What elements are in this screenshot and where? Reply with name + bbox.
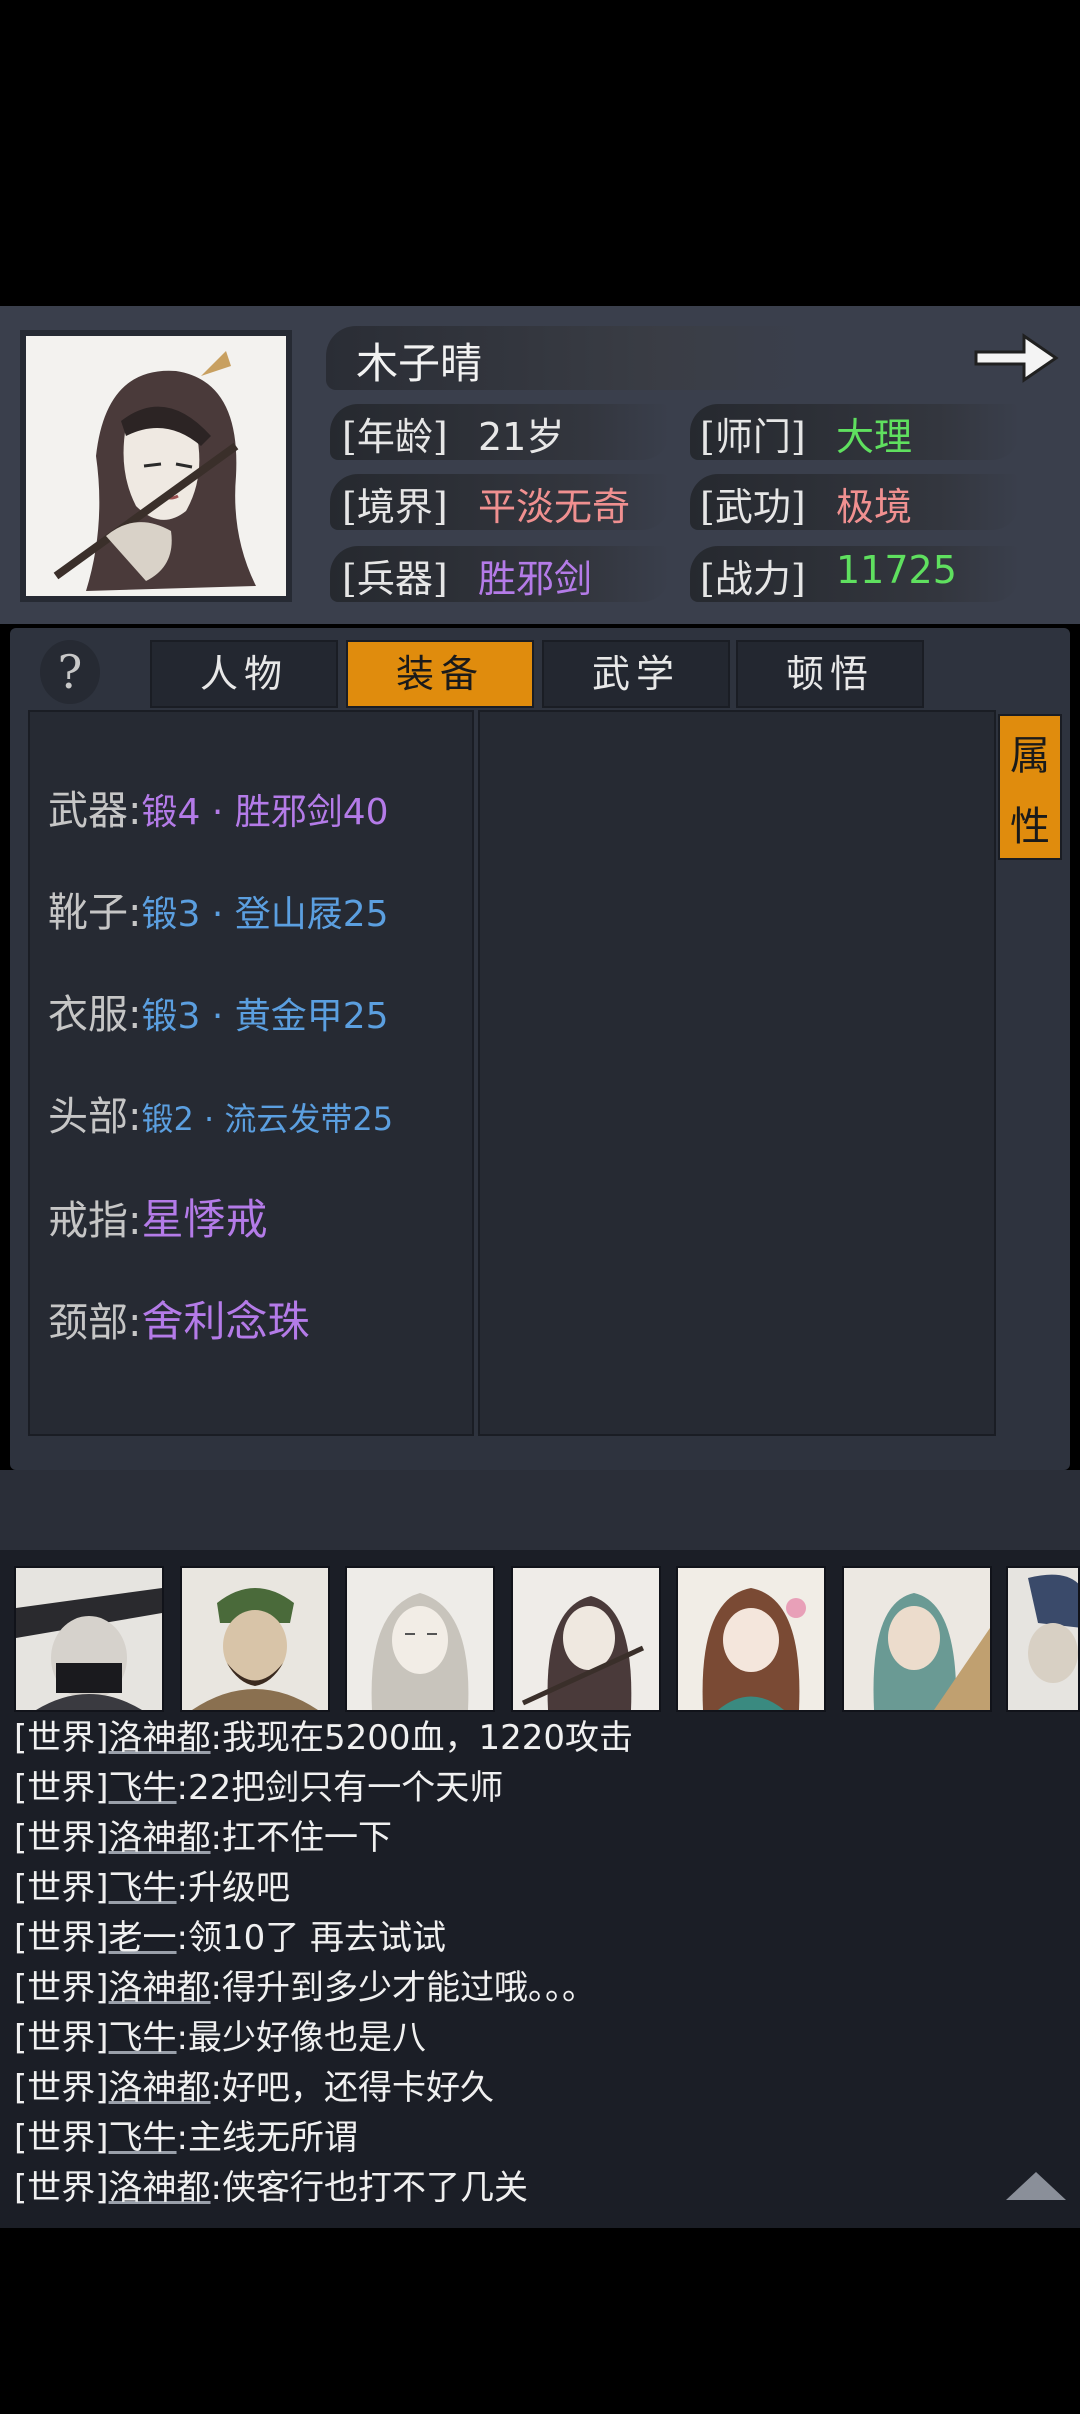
sect-value: 大理 [836,415,913,459]
chat-channel: [世界] [14,2118,109,2158]
chat-line: [世界]飞牛:升级吧 [14,1866,290,1910]
attributes-tab-char: 性 [1010,803,1050,850]
equip-slot-value: 星悸戒 [141,1195,268,1244]
chat-user[interactable]: 老一 [109,1918,177,1958]
equip-slot-label: 衣服: [48,992,142,1038]
chat-channel: [世界] [14,1868,109,1908]
character-name: 木子晴 [356,339,483,388]
age-value: 21岁 [478,415,565,459]
chat-user[interactable]: 洛神都 [109,1968,211,2008]
chat-line: [世界]洛神都:扛不住一下 [14,1816,392,1860]
chat-message: :22把剑只有一个天师 [176,1768,504,1808]
swordswoman-portrait[interactable] [511,1566,661,1712]
chat-line: [世界]飞牛:22把剑只有一个天师 [14,1766,503,1810]
tab-equipment[interactable]: 装备 [346,640,534,708]
teal-haired-warrior-portrait[interactable] [842,1566,992,1712]
chat-user[interactable]: 洛神都 [109,2168,211,2208]
chat-channel: [世界] [14,2018,109,2058]
martial-value: 极境 [836,485,913,529]
age-label: [年龄] [342,415,448,459]
chat-channel: [世界] [14,1718,109,1758]
expand-chat-icon[interactable] [1004,2168,1068,2202]
chat-line: [世界]洛神都:好吧，还得卡好久 [14,2066,494,2110]
chat-message: :侠客行也打不了几关 [210,2168,528,2208]
weapon-label: [兵器] [342,557,448,601]
equip-slot-weapon[interactable]: 武器:锻4 · 胜邪剑40 [48,778,389,836]
power-label: [战力] [700,557,806,601]
equip-slot-value: 舍利念珠 [141,1297,310,1346]
realm-label: [境界] [342,485,448,529]
equip-slot-label: 武器: [48,788,142,834]
chat-message: :好吧，还得卡好久 [210,2068,494,2108]
tab-character[interactable]: 人物 [150,640,338,708]
masked-hero-portrait[interactable] [14,1566,164,1712]
chat-message: :扛不住一下 [210,1818,392,1858]
chat-message: :升级吧 [176,1868,290,1908]
equip-slot-ring[interactable]: 戒指:星悸戒 [48,1186,268,1247]
equip-slot-value: 锻2 · 流云发带25 [141,1100,394,1138]
sect-label: [师门] [700,415,806,459]
chat-line: [世界]洛神都:我现在5200血，1220攻击 [14,1716,633,1760]
power-value: 11725 [836,548,957,592]
equipment-detail [478,710,996,1436]
white-haired-woman-portrait[interactable] [345,1566,495,1712]
chat-line: [世界]飞牛:最少好像也是八 [14,2016,426,2060]
chat-channel: [世界] [14,1768,109,1808]
equip-slot-label: 头部: [48,1094,142,1140]
chat-channel: [世界] [14,2068,109,2108]
chat-user[interactable]: 飞牛 [109,1768,177,1808]
chat-channel: [世界] [14,1968,109,2008]
chat-user[interactable]: 飞牛 [109,2118,177,2158]
chat-message: :最少好像也是八 [176,2018,426,2058]
realm-value: 平淡无奇 [478,485,631,529]
chat-user[interactable]: 飞牛 [109,2018,177,2058]
chat-user[interactable]: 洛神都 [109,1718,211,1758]
bearded-general-portrait[interactable] [180,1566,330,1712]
chat-user[interactable]: 洛神都 [109,2068,211,2108]
equip-slot-value: 锻3 · 登山屐25 [141,894,389,935]
character-portrait[interactable] [20,330,292,602]
equip-slot-label: 靴子: [48,890,142,936]
weapon-value: 胜邪剑 [478,557,593,601]
tab-insight[interactable]: 顿悟 [736,640,924,708]
chat-channel: [世界] [14,1818,109,1858]
chat-user[interactable]: 飞牛 [109,1868,177,1908]
chat-channel: [世界] [14,1918,109,1958]
equip-slot-neck[interactable]: 颈部:舍利念珠 [48,1288,310,1349]
chat-message: :主线无所谓 [176,2118,358,2158]
panel-footer [0,1470,1080,1550]
equip-slot-label: 颈部: [48,1300,142,1346]
next-arrow-icon[interactable] [970,326,1062,390]
equip-slot-label: 戒指: [48,1198,142,1244]
chat-message: :我现在5200血，1220攻击 [210,1718,634,1758]
martial-label: [武功] [700,485,806,529]
flower-girl-portrait[interactable] [676,1566,826,1712]
chat-message: :得升到多少才能过哦。。。 [210,1968,596,2008]
equip-slot-boots[interactable]: 靴子:锻3 · 登山屐25 [48,880,389,938]
help-icon[interactable]: ? [40,640,100,704]
chat-line: [世界]洛神都:得升到多少才能过哦。。。 [14,1966,596,2010]
equip-slot-value: 锻4 · 胜邪剑40 [141,792,389,833]
equip-slot-armor[interactable]: 衣服:锻3 · 黄金甲25 [48,982,389,1040]
chat-line: [世界]洛神都:侠客行也打不了几关 [14,2166,528,2210]
chat-message: :领10了 再去试试 [176,1918,447,1958]
chat-user[interactable]: 洛神都 [109,1818,211,1858]
chat-line: [世界]老一:领10了 再去试试 [14,1916,446,1960]
armored-hero-portrait[interactable] [1006,1566,1080,1712]
chat-line: [世界]飞牛:主线无所谓 [14,2116,358,2160]
equip-slot-head[interactable]: 头部:锻2 · 流云发带25 [48,1084,393,1142]
attributes-tab[interactable]: 属 性 [998,714,1062,860]
equip-slot-value: 锻3 · 黄金甲25 [141,996,389,1037]
tab-martial-arts[interactable]: 武学 [542,640,730,708]
chat-channel: [世界] [14,2168,109,2208]
attributes-tab-char: 属 [1010,732,1050,779]
